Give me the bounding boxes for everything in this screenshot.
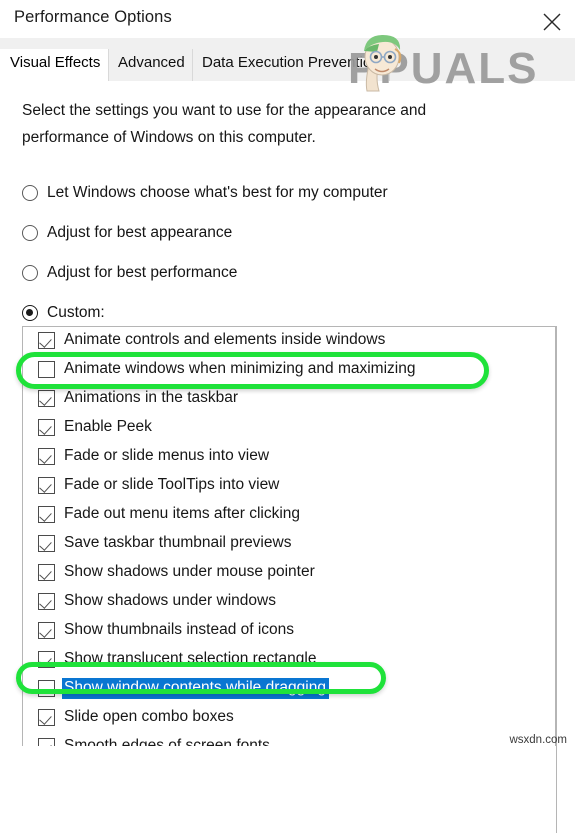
effects-list-row[interactable]: Show shadows under mouse pointer [23,558,555,587]
effects-list-row[interactable]: Smooth edges of screen fonts [23,732,555,746]
tab-advanced[interactable]: Advanced [108,49,195,81]
effects-list-row-label: Show shadows under mouse pointer [64,563,315,580]
window-titlebar: Performance Options [0,0,575,38]
effects-list-row[interactable]: Animate windows when minimizing and maxi… [23,355,555,384]
effects-list-row-label: Show translucent selection rectangle [64,650,317,667]
effects-list-row-label: Fade or slide menus into view [64,447,270,464]
radio-indicator-selected [22,305,38,321]
radio-let-windows-choose[interactable]: Let Windows choose what's best for my co… [22,181,388,205]
checkbox-checked-icon[interactable] [38,448,55,465]
effects-list-row[interactable]: Fade out menu items after clicking [23,500,555,529]
effects-list-row-label: Save taskbar thumbnail previews [64,534,292,551]
visual-effects-listbox[interactable]: Animate controls and elements inside win… [22,326,556,746]
radio-label: Adjust for best appearance [47,224,233,241]
radio-indicator [22,185,38,201]
tab-data-execution-prevention-label: Data Execution Prevention [202,54,380,71]
effects-list-row[interactable]: Show thumbnails instead of icons [23,616,555,645]
panel-description: Select the settings you want to use for … [22,102,427,146]
checkbox-unchecked-icon[interactable] [38,680,55,697]
checkbox-checked-icon[interactable] [38,564,55,581]
checkbox-checked-icon[interactable] [38,593,55,610]
effects-list-row[interactable]: Fade or slide ToolTips into view [23,471,555,500]
effects-list-row-label: Animate windows when minimizing and maxi… [64,360,416,377]
checkbox-checked-icon[interactable] [38,419,55,436]
effects-list-row[interactable]: Show window contents while dragging [23,674,555,703]
effects-list-row[interactable]: Show shadows under windows [23,587,555,616]
effects-list-row-label: Smooth edges of screen fonts [64,737,270,746]
effects-list-row-label: Show window contents while dragging [62,678,329,699]
radio-label: Adjust for best performance [47,264,238,281]
effects-list-row-label: Fade or slide ToolTips into view [64,476,280,493]
radio-custom[interactable]: Custom: [22,301,105,325]
radio-indicator [22,225,38,241]
checkbox-checked-icon[interactable] [38,622,55,639]
close-button[interactable] [529,0,575,37]
checkbox-checked-icon[interactable] [38,390,55,407]
effects-list-row-label: Fade out menu items after clicking [64,505,301,522]
window-title: Performance Options [14,8,172,26]
effects-list-row[interactable]: Fade or slide menus into view [23,442,555,471]
radio-label: Let Windows choose what's best for my co… [47,184,388,201]
checkbox-checked-icon[interactable] [38,332,55,349]
checkbox-checked-icon[interactable] [38,506,55,523]
effects-list-row[interactable]: Animate controls and elements inside win… [23,327,555,355]
visual-effects-panel: Select the settings you want to use for … [0,81,575,833]
tab-strip: Visual Effects Advanced Data Execution P… [0,38,575,82]
tab-visual-effects[interactable]: Visual Effects [0,49,111,81]
effects-list-row-label: Show shadows under windows [64,592,276,609]
checkbox-checked-icon[interactable] [38,535,55,552]
effects-list-row[interactable]: Enable Peek [23,413,555,442]
listbox-right-edge [556,326,557,833]
effects-list-row-label: Show thumbnails instead of icons [64,621,295,638]
radio-label: Custom: [47,304,105,321]
tab-advanced-label: Advanced [118,54,185,71]
effects-list-row[interactable]: Save taskbar thumbnail previews [23,529,555,558]
tab-visual-effects-label: Visual Effects [10,54,101,71]
effects-list-row-label: Animate controls and elements inside win… [64,331,386,348]
radio-indicator [22,265,38,281]
effects-list-row-label: Slide open combo boxes [64,708,234,725]
checkbox-checked-icon[interactable] [38,651,55,668]
checkbox-checked-icon[interactable] [38,738,55,746]
effects-list-row[interactable]: Animations in the taskbar [23,384,555,413]
checkbox-unchecked-icon[interactable] [38,361,55,378]
tab-data-execution-prevention[interactable]: Data Execution Prevention [192,49,390,81]
checkbox-checked-icon[interactable] [38,709,55,726]
effects-list-row-label: Enable Peek [64,418,152,435]
effects-list-row-label: Animations in the taskbar [64,389,239,406]
radio-best-performance[interactable]: Adjust for best performance [22,261,237,285]
effects-list-row[interactable]: Show translucent selection rectangle [23,645,555,674]
effects-list-row[interactable]: Slide open combo boxes [23,703,555,732]
checkbox-checked-icon[interactable] [38,477,55,494]
radio-best-appearance[interactable]: Adjust for best appearance [22,221,232,245]
